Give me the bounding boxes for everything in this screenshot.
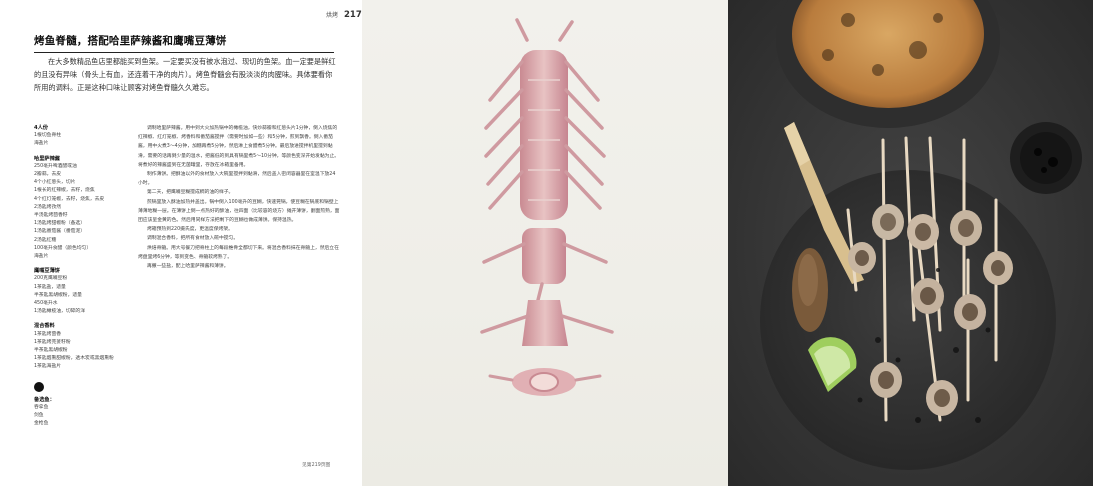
- spices-heading: 混合香料: [34, 323, 55, 330]
- ingredient-item: 1汤匙橄榄油，切碎的洋: [34, 309, 86, 315]
- ingredient-item: 1茶匙海盐片: [34, 364, 62, 370]
- method-step: 制作薄饼。把酥油以外的食材放入大碗里搅拌到黏滑，然后盖入密闭容器里在室温下放24…: [138, 172, 336, 187]
- ingredient-item: 1根切鱼脊柱: [34, 133, 62, 139]
- method-step: 调制混合香料，把所有食材放入碗中搅匀。: [147, 236, 239, 242]
- ingredient-item: 吞拿鱼: [34, 404, 49, 410]
- fish-spine-photo: [362, 0, 728, 486]
- method-step: 调制哈里萨辣酱。用中到大火加热锅中的橄榄油，快炒蒜瓣和红葱头片1分钟，倒入烧焦的…: [138, 126, 340, 168]
- marrow-piece: [954, 294, 986, 330]
- ingredient-item: 200克鹰嘴豆粉: [34, 276, 68, 282]
- marrow-piece: [907, 214, 939, 250]
- ingredient-item: 1汤匙番茄酱（番茄泥）: [34, 229, 86, 235]
- harissa-heading: 哈里萨辣酱: [34, 155, 60, 162]
- ingredient-item: 1茶匙烤芫荽籽粉: [34, 339, 71, 345]
- pancake-heading: 鹰嘴豆薄饼: [34, 268, 60, 275]
- method-column: 调制哈里萨辣酱。用中到大火加热锅中的橄榄油，快炒蒜瓣和红葱头片1分钟，倒入烧焦的…: [138, 124, 340, 271]
- page-number: 217: [344, 10, 362, 20]
- ingredient-item: 1茶匙盐，适量: [34, 284, 66, 290]
- method-step: 烤箱预热到220摄氏度，更温度保烤架。: [147, 227, 233, 233]
- options-heading: 备选鱼：: [34, 396, 55, 403]
- method-step: 煎锅里放入酥油加热并盖出。锅中倒入100毫升的豆糊，快速晃锅，使豆糊在锅底和锅壁…: [138, 199, 340, 224]
- plated-dish-illustration: [728, 0, 1093, 486]
- ingredient-item: 剑鱼: [34, 413, 44, 419]
- serves-heading: 4人份: [34, 125, 48, 131]
- ingredient-item: 2汤匙烤孜然: [34, 204, 62, 210]
- ingredient-item: 金枪鱼: [34, 421, 49, 427]
- marrow-piece: [926, 380, 958, 416]
- running-header: 烘烤 217: [326, 10, 362, 20]
- marrow-piece: [983, 251, 1013, 285]
- bullet-dot-icon: [34, 381, 44, 392]
- ingredient-item: 1根长的红辣椒，去籽，烧焦: [34, 188, 95, 194]
- recipe-title: 烤鱼脊髓，搭配哈里萨辣酱和鹰嘴豆薄饼: [34, 33, 334, 53]
- ingredient-item: 4个红灯笼椒，去籽，烧焦，去皮: [34, 196, 105, 202]
- text-page: 烘烤 217 烤鱼脊髓，搭配哈里萨辣酱和鹰嘴豆薄饼 在大多数精品鱼店里都能买到鱼…: [0, 0, 362, 486]
- method-step: 烘焙脊髓。用大号餐刀把脊柱上的每段椎骨全都切下来。将混合香料抹在脊髓上，然后立在…: [138, 245, 339, 260]
- grilled-spine-photo: [728, 0, 1093, 486]
- method-step: 再撒一些盐，配上哈里萨辣酱和薄饼。: [147, 264, 229, 270]
- ingredient-item: 半汤匙烤茴香籽: [34, 213, 68, 219]
- method-step: 第二天，把鹰嘴豆糊搅成稠的油的样子。: [147, 190, 234, 196]
- marrow-piece: [870, 362, 902, 398]
- marrow-piece: [912, 278, 944, 314]
- ingredient-item: 2汤匙红糖: [34, 237, 57, 243]
- fish-spine-illustration: [480, 18, 614, 396]
- ingredient-item: 海盐片: [34, 254, 49, 260]
- ingredient-item: 250毫升啤酒醋或油: [34, 163, 77, 169]
- ingredient-item: 1茶匙烟熏甜椒粉，透木炭或黑烟熏粉: [34, 356, 114, 362]
- ingredient-item: 450毫升水: [34, 301, 58, 307]
- ingredient-item: 100毫升食醋（颜色均匀）: [34, 245, 92, 251]
- ingredient-item: 4个小红葱头，切片: [34, 180, 76, 186]
- photo-reference-note: 见第219页图: [302, 463, 331, 468]
- ingredients-sidebar: 4人份 1根切鱼脊柱 海盐片 哈里萨辣酱 250毫升啤酒醋或油 2瓣蒜，去皮 4…: [34, 124, 126, 429]
- marrow-piece: [872, 204, 904, 240]
- ingredient-item: 海盐片: [34, 141, 49, 147]
- marrow-piece: [848, 242, 876, 274]
- ingredient-item: 2瓣蒜，去皮: [34, 172, 62, 178]
- ingredient-item: 1汤匙烤甜椒粉（备选）: [34, 221, 86, 227]
- marrow-piece: [950, 210, 982, 246]
- ingredient-item: 半茶匙黑胡椒粉，适量: [34, 292, 82, 298]
- intro-paragraph: 在大多数精品鱼店里都能买到鱼架。一定要买没有被水泡过、现切的鱼架。血一定要是鲜红…: [34, 57, 336, 92]
- section-label: 烘烤: [326, 12, 339, 19]
- ingredient-item: 1茶匙烤茴香: [34, 331, 62, 337]
- ingredient-item: 半茶匙黑胡椒粉: [34, 348, 68, 354]
